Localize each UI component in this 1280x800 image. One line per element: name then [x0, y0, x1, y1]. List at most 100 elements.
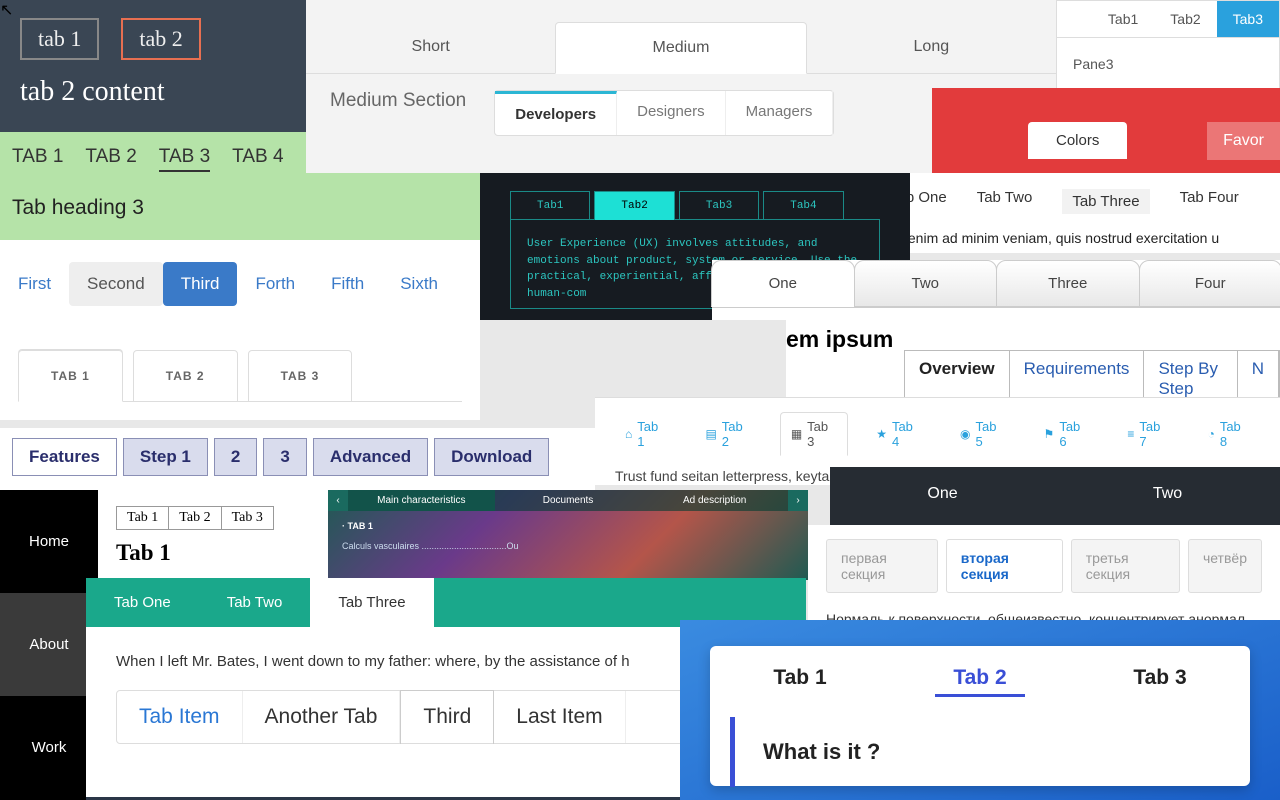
- tab[interactable]: Forth: [237, 262, 313, 306]
- nav-about[interactable]: About: [0, 593, 98, 696]
- chunky-tabs: TAB 1 TAB 2 TAB 3: [0, 320, 480, 420]
- tab-heading: Tab 1: [116, 540, 310, 566]
- tab[interactable]: ◉Tab 5: [950, 412, 1016, 456]
- russian-tabs: первая секция вторая секция третья секци…: [808, 525, 1280, 620]
- tab[interactable]: TAB 1: [12, 146, 63, 172]
- tab-medium[interactable]: Medium: [555, 22, 806, 74]
- tab-favorites[interactable]: Favor: [1207, 122, 1280, 160]
- tab-advanced[interactable]: Advanced: [313, 438, 428, 476]
- tab[interactable]: Tab 3: [1115, 662, 1204, 697]
- star-icon: ★: [876, 427, 887, 441]
- tab[interactable]: Tab Three: [1062, 189, 1149, 214]
- tab[interactable]: Tab2: [594, 191, 674, 220]
- tab[interactable]: Second: [69, 262, 163, 306]
- nav-home[interactable]: Home: [0, 490, 98, 593]
- tab-step2[interactable]: 2: [214, 438, 257, 476]
- tab[interactable]: ≡Tab 7: [1117, 412, 1179, 456]
- tab[interactable]: Documents: [495, 490, 642, 511]
- tab[interactable]: Tab 1: [755, 662, 844, 697]
- tab[interactable]: Tab Three: [310, 578, 433, 627]
- tab-item[interactable]: Tab Item: [117, 691, 243, 743]
- tab-colors[interactable]: Colors: [1028, 122, 1127, 159]
- tab-download[interactable]: Download: [434, 438, 549, 476]
- tab[interactable]: Tab 1: [116, 506, 169, 530]
- lorem-text: Ut enim ad minim veniam, quis nostrud ex…: [890, 230, 1260, 246]
- tab[interactable]: Tab4: [763, 191, 843, 220]
- tab[interactable]: tab 1: [20, 18, 99, 60]
- section-title: Medium Section: [330, 90, 466, 112]
- tab[interactable]: ▤Tab 2: [695, 412, 761, 456]
- word-tabs: Tab One Tab Two Tab Three Tab Four Ut en…: [870, 173, 1280, 253]
- doc-tabs: em ipsum Overview Requirements Step By S…: [786, 320, 1280, 400]
- tab[interactable]: TAB 2: [85, 146, 136, 172]
- tab[interactable]: ⌂Tab 1: [615, 412, 677, 456]
- subtab[interactable]: Developers: [495, 91, 617, 135]
- tab[interactable]: Main characteristics: [348, 490, 495, 511]
- tab[interactable]: ▦Tab 3: [780, 412, 848, 456]
- tab[interactable]: tab 2: [121, 18, 200, 60]
- tab[interactable]: Tab Two: [199, 578, 311, 627]
- subtabs: Developers Designers Managers: [494, 90, 834, 136]
- tab[interactable]: четвёр: [1188, 539, 1262, 593]
- tab[interactable]: третья секция: [1071, 539, 1180, 593]
- tab[interactable]: One: [711, 260, 855, 307]
- tab[interactable]: Tab 2: [935, 662, 1024, 697]
- tab-short[interactable]: Short: [306, 22, 555, 73]
- tab[interactable]: Two: [854, 260, 998, 307]
- tab[interactable]: вторая секция: [946, 539, 1063, 593]
- story-text: When I left Mr. Bates, I went down to my…: [116, 653, 776, 670]
- row-value: Calculs vasculaires ....................…: [328, 541, 808, 551]
- tab[interactable]: первая секция: [826, 539, 938, 593]
- tab[interactable]: Tab3: [679, 191, 759, 220]
- tab[interactable]: ★Tab 4: [866, 412, 932, 456]
- tab[interactable]: Tab1: [1092, 1, 1154, 37]
- tab-item[interactable]: Third: [400, 690, 494, 744]
- tab[interactable]: Two: [1055, 467, 1280, 525]
- tab[interactable]: Fifth: [313, 262, 382, 306]
- corner-tabs: Tab1 Tab2 Tab3 Pane3: [1056, 0, 1280, 100]
- tab[interactable]: Ad description: [641, 490, 788, 511]
- tab[interactable]: One: [830, 467, 1055, 525]
- rounded-folder-tabs: One Two Three Four: [712, 260, 1280, 320]
- tab[interactable]: Third: [163, 262, 238, 306]
- tab[interactable]: TAB 1: [18, 350, 123, 402]
- calendar-icon: ▦: [791, 427, 802, 441]
- tab[interactable]: Tab1: [510, 191, 590, 220]
- home-icon: ⌂: [625, 427, 632, 441]
- tab[interactable]: TAB 3: [248, 350, 353, 402]
- tab[interactable]: Tab2: [1154, 1, 1216, 37]
- blue-card-tabs: Tab 1 Tab 2 Tab 3 What is it ?: [680, 620, 1280, 800]
- tab[interactable]: First: [0, 262, 69, 306]
- tab[interactable]: TAB 3: [159, 146, 210, 172]
- dark-two-tabs: One Two: [830, 467, 1280, 525]
- gradient-ribbon-tabs: ‹ Main characteristics Documents Ad desc…: [328, 490, 808, 580]
- bordered-small-tabs: Tab 1 Tab 2 Tab 3 Tab 1: [98, 490, 328, 580]
- tab-long[interactable]: Long: [807, 22, 1056, 73]
- tab-item[interactable]: Last Item: [494, 691, 625, 743]
- tab[interactable]: Tab One: [86, 578, 199, 627]
- tab[interactable]: Tab Two: [977, 189, 1033, 214]
- tab[interactable]: Sixth: [382, 262, 456, 306]
- tab-item[interactable]: Another Tab: [243, 691, 401, 743]
- tab[interactable]: TAB 2: [133, 350, 238, 402]
- tab[interactable]: Three: [996, 260, 1140, 307]
- chevron-right-icon[interactable]: ›: [788, 490, 808, 511]
- side-nav: Home About Work: [0, 490, 98, 800]
- red-bar-tabs: Colors Favor: [932, 88, 1280, 173]
- tab[interactable]: ◔Tab 8: [1198, 412, 1260, 456]
- tab-features[interactable]: Features: [12, 438, 117, 476]
- tab[interactable]: Tab3: [1217, 1, 1279, 37]
- subtab[interactable]: Managers: [726, 91, 834, 135]
- chevron-left-icon[interactable]: ‹: [328, 490, 348, 511]
- tab-step1[interactable]: Step 1: [123, 438, 208, 476]
- tab[interactable]: ⚑Tab 6: [1034, 412, 1100, 456]
- tab[interactable]: TAB 4: [232, 146, 283, 172]
- tab[interactable]: Four: [1139, 260, 1280, 307]
- nav-work[interactable]: Work: [0, 696, 98, 799]
- tab[interactable]: Tab Four: [1180, 189, 1239, 214]
- tab[interactable]: Tab 2: [169, 506, 221, 530]
- tab[interactable]: Tab 3: [222, 506, 274, 530]
- tab-step3[interactable]: 3: [263, 438, 306, 476]
- subtab[interactable]: Designers: [617, 91, 726, 135]
- pane-label: Pane3: [1057, 38, 1279, 90]
